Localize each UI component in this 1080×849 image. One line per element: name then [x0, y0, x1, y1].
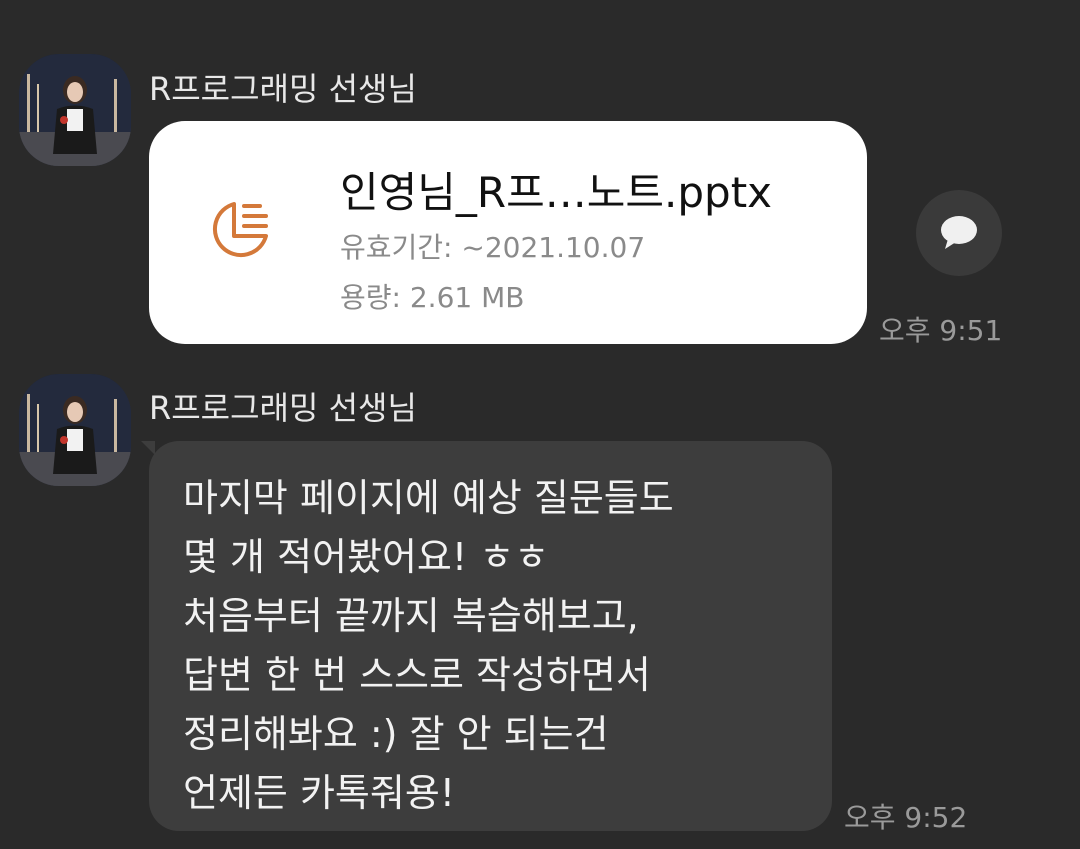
message-line: 언제든 카톡줘용! [183, 771, 456, 815]
message-line: 처음부터 끝까지 복습해보고, [183, 594, 639, 638]
message-line: 마지막 페이지에 예상 질문들도 [183, 476, 674, 520]
message-line: 몇 개 적어봤어요! ㅎㅎ [183, 535, 550, 579]
profile-photo [19, 374, 131, 486]
sender-name: R프로그래밍 선생님 [149, 70, 417, 108]
ppt-file-icon [212, 202, 268, 258]
bubble-tail [141, 441, 155, 455]
message-line: 정리해봐요 :) 잘 안 되는건 [183, 712, 609, 756]
text-message-bubble[interactable]: 마지막 페이지에 예상 질문들도 몇 개 적어봤어요! ㅎㅎ 처음부터 끝까지 … [149, 441, 832, 831]
file-name: 인영님_R프…노트.pptx [340, 168, 773, 217]
share-button[interactable] [916, 190, 1002, 276]
sender-name: R프로그래밍 선생님 [149, 389, 417, 427]
avatar[interactable] [19, 54, 131, 166]
chat-room: R프로그래밍 선생님 인영님_R프…노트.pptx 유효기간: ~2021.10… [0, 0, 1080, 849]
message-time: 오후 9:52 [844, 801, 968, 834]
file-expiry: 유효기간: ~2021.10.07 [340, 231, 646, 264]
avatar[interactable] [19, 374, 131, 486]
file-size: 용량: 2.61 MB [340, 281, 525, 314]
message-time: 오후 9:51 [879, 314, 1003, 347]
speech-bubble-icon [941, 216, 977, 249]
profile-photo [19, 54, 131, 166]
message-line: 답변 한 번 스스로 작성하면서 [183, 653, 651, 697]
file-message-bubble[interactable]: 인영님_R프…노트.pptx 유효기간: ~2021.10.07 용량: 2.6… [149, 121, 867, 344]
